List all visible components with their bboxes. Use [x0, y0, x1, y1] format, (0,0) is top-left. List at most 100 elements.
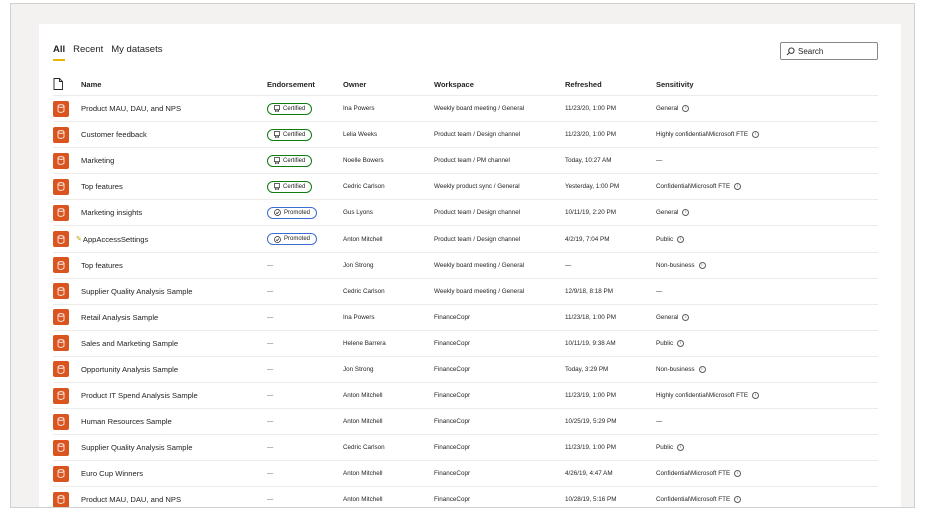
refreshed-cell: Today, 10:27 AM: [565, 157, 612, 165]
certified-icon: [274, 183, 280, 191]
workspace-cell[interactable]: FinanceCopr: [434, 392, 565, 399]
dataset-name-cell[interactable]: Marketing: [81, 156, 267, 165]
dataset-name[interactable]: Product IT Spend Analysis Sample: [81, 391, 198, 400]
workspace-cell[interactable]: Product team / Design channel: [434, 236, 565, 243]
dataset-name[interactable]: Opportunity Analysis Sample: [81, 365, 178, 374]
table-row[interactable]: Human Resources Sample — Anton Mitchell …: [53, 409, 878, 436]
badge-label: Certified: [283, 183, 306, 190]
dataset-name[interactable]: Product MAU, DAU, and NPS: [81, 495, 181, 504]
dataset-name-cell[interactable]: Retail Analysis Sample: [81, 313, 267, 322]
dataset-name[interactable]: Supplier Quality Analysis Sample: [81, 443, 192, 452]
workspace-cell[interactable]: FinanceCopr: [434, 496, 565, 503]
dataset-name[interactable]: Top features: [81, 261, 123, 270]
workspace-cell[interactable]: Product team / PM channel: [434, 157, 565, 164]
endorsement-cell: —: [267, 496, 343, 503]
workspace-cell[interactable]: Weekly board meeting / General: [434, 288, 565, 295]
dataset-name[interactable]: Customer feedback: [81, 130, 147, 139]
table-row[interactable]: ✎ AppAccessSettings Promoted Anton Mitche…: [53, 226, 878, 253]
dataset-name-cell[interactable]: Marketing insights: [81, 208, 267, 217]
workspace-cell[interactable]: Product team / Design channel: [434, 131, 565, 138]
tab-my-datasets[interactable]: My datasets: [111, 44, 162, 61]
info-icon[interactable]: i: [682, 313, 690, 321]
info-icon[interactable]: i: [752, 131, 760, 139]
dataset-name-cell[interactable]: Top features: [81, 261, 267, 270]
workspace-cell[interactable]: Product team / Design channel: [434, 209, 565, 216]
column-header-endorsement[interactable]: Endorsement: [267, 80, 343, 89]
table-row[interactable]: Retail Analysis Sample — Ina Powers Fina…: [53, 305, 878, 331]
column-header-refreshed[interactable]: Refreshed: [565, 80, 656, 89]
dataset-name-cell[interactable]: Opportunity Analysis Sample: [81, 365, 267, 374]
info-icon[interactable]: i: [698, 261, 706, 269]
column-header-name[interactable]: Name: [81, 80, 267, 89]
dataset-name-cell[interactable]: Customer feedback: [81, 130, 267, 139]
table-row[interactable]: Sales and Marketing Sample — Helene Barr…: [53, 331, 878, 357]
sensitivity-cell: Non-business i: [656, 365, 878, 373]
info-icon[interactable]: i: [752, 392, 760, 400]
table-row[interactable]: Marketing insights Promoted Gus Lyons Pr…: [53, 200, 878, 227]
info-icon[interactable]: i: [734, 183, 742, 191]
info-icon[interactable]: i: [677, 235, 685, 243]
workspace-cell[interactable]: FinanceCopr: [434, 340, 565, 347]
table-row[interactable]: Product MAU, DAU, and NPS — Anton Mitche…: [53, 487, 878, 507]
table-row[interactable]: Top features Certified Cedric Carlson We…: [53, 174, 878, 201]
workspace-cell[interactable]: Weekly board meeting / General: [434, 262, 565, 269]
table-row[interactable]: Marketing Certified Noelle Bowers Produc…: [53, 148, 878, 175]
refreshed-cell: 4/26/19, 4:47 AM: [565, 470, 613, 478]
column-header-sensitivity[interactable]: Sensitivity: [656, 80, 878, 89]
info-icon[interactable]: i: [677, 339, 685, 347]
tab-all[interactable]: All: [53, 44, 66, 61]
endorsement-cell: Certified: [267, 180, 343, 193]
dataset-name-cell[interactable]: Supplier Quality Analysis Sample: [81, 287, 267, 296]
info-icon[interactable]: i: [734, 470, 742, 478]
table-row[interactable]: Top features — Jon Strong Weekly board m…: [53, 253, 878, 279]
table-row[interactable]: Product MAU, DAU, and NPS Certified Ina …: [53, 96, 878, 123]
workspace-cell[interactable]: FinanceCopr: [434, 444, 565, 451]
dataset-name-cell[interactable]: Supplier Quality Analysis Sample: [81, 443, 267, 452]
dataset-name[interactable]: Marketing insights: [81, 208, 142, 217]
dataset-name[interactable]: Human Resources Sample: [81, 417, 172, 426]
dataset-name-cell[interactable]: Product IT Spend Analysis Sample: [81, 391, 267, 400]
workspace-cell[interactable]: FinanceCopr: [434, 366, 565, 373]
sensitivity-label: Public: [656, 235, 674, 243]
workspace-cell[interactable]: Weekly product sync / General: [434, 183, 565, 190]
dataset-name[interactable]: AppAccessSettings: [83, 235, 148, 244]
refreshed-cell: 10/28/19, 5:16 PM: [565, 496, 617, 504]
table-row[interactable]: Customer feedback Certified Lelia Weeks …: [53, 122, 878, 149]
workspace-cell[interactable]: FinanceCopr: [434, 470, 565, 477]
column-header-owner[interactable]: Owner: [343, 80, 434, 89]
table-row[interactable]: Product IT Spend Analysis Sample — Anton…: [53, 383, 878, 410]
sensitivity-cell: Non-business i: [656, 261, 878, 269]
dataset-name-cell[interactable]: Sales and Marketing Sample: [81, 339, 267, 348]
info-icon[interactable]: i: [682, 209, 690, 217]
dataset-name[interactable]: Supplier Quality Analysis Sample: [81, 287, 192, 296]
dataset-name[interactable]: Marketing: [81, 156, 114, 165]
dataset-name-cell[interactable]: ✎ AppAccessSettings: [76, 235, 267, 244]
dataset-name[interactable]: Euro Cup Winners: [81, 469, 143, 478]
dataset-name-cell[interactable]: Product MAU, DAU, and NPS: [81, 495, 267, 504]
workspace-cell[interactable]: Weekly board meeting / General: [434, 105, 565, 112]
info-icon[interactable]: i: [677, 444, 685, 452]
dataset-name[interactable]: Top features: [81, 182, 123, 191]
workspace-cell[interactable]: FinanceCopr: [434, 314, 565, 321]
dataset-name[interactable]: Sales and Marketing Sample: [81, 339, 178, 348]
dataset-name-cell[interactable]: Product MAU, DAU, and NPS: [81, 104, 267, 113]
promoted-badge: Promoted: [267, 206, 318, 219]
info-icon[interactable]: i: [734, 496, 742, 504]
table-row[interactable]: Supplier Quality Analysis Sample — Cedri…: [53, 435, 878, 462]
info-icon[interactable]: i: [682, 105, 690, 113]
dataset-name-cell[interactable]: Human Resources Sample: [81, 417, 267, 426]
tab-recent[interactable]: Recent: [73, 44, 103, 61]
workspace-cell[interactable]: FinanceCopr: [434, 418, 565, 425]
dataset-name-cell[interactable]: Top features: [81, 182, 267, 191]
table-row[interactable]: Supplier Quality Analysis Sample — Cedri…: [53, 279, 878, 305]
table-row[interactable]: Euro Cup Winners — Anton Mitchell Financ…: [53, 461, 878, 488]
table-row[interactable]: Opportunity Analysis Sample — Jon Strong…: [53, 357, 878, 384]
dataset-name-cell[interactable]: Euro Cup Winners: [81, 469, 267, 478]
info-icon[interactable]: i: [698, 365, 706, 373]
dataset-name[interactable]: Retail Analysis Sample: [81, 313, 158, 322]
search-input[interactable]: Search: [780, 42, 878, 60]
dataset-name[interactable]: Product MAU, DAU, and NPS: [81, 104, 181, 113]
column-header-workspace[interactable]: Workspace: [434, 80, 565, 89]
sensitivity-cell: General i: [656, 209, 878, 217]
refreshed-cell: 10/11/19, 2:20 PM: [565, 209, 616, 217]
